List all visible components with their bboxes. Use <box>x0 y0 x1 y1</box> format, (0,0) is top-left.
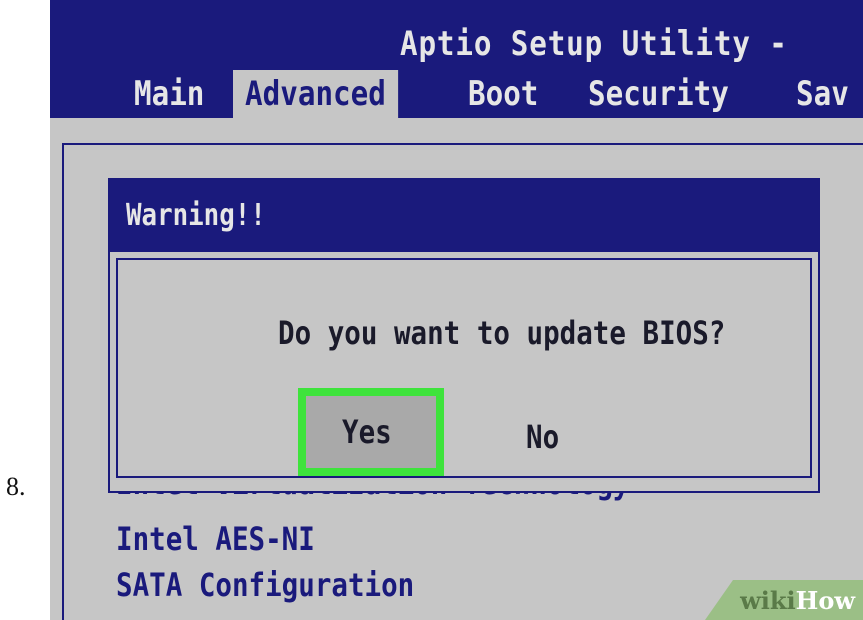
menu-item-sata-configuration[interactable]: SATA Configuration <box>116 566 414 604</box>
bios-screen: Aptio Setup Utility - Main Advanced Boot… <box>50 0 863 620</box>
tab-security[interactable]: Security <box>588 70 729 118</box>
tab-save[interactable]: Sav <box>796 70 849 118</box>
warning-dialog: Warning!! Do you want to update BIOS? Ye… <box>108 178 820 493</box>
dialog-message: Do you want to update BIOS? <box>278 314 726 352</box>
watermark-text: wikiHow <box>740 586 855 615</box>
yes-button-label: Yes <box>342 413 392 451</box>
tab-boot[interactable]: Boot <box>468 70 538 118</box>
tab-main[interactable]: Main <box>134 70 204 118</box>
dialog-titlebar: Warning!! <box>110 180 818 252</box>
step-number: 8. <box>6 472 26 501</box>
watermark-how: How <box>795 586 855 615</box>
watermark-wiki: wiki <box>740 586 796 615</box>
no-button-label: No <box>526 418 560 456</box>
menu-item-intel-aes-ni[interactable]: Intel AES-NI <box>116 520 315 558</box>
dialog-body <box>116 258 812 478</box>
bios-title: Aptio Setup Utility - <box>400 24 788 64</box>
no-button[interactable]: No <box>526 418 565 456</box>
tab-advanced[interactable]: Advanced <box>233 70 398 118</box>
dialog-title: Warning!! <box>126 198 266 233</box>
yes-button[interactable]: Yes <box>298 388 444 476</box>
bios-header: Aptio Setup Utility - Main Advanced Boot… <box>50 0 863 118</box>
